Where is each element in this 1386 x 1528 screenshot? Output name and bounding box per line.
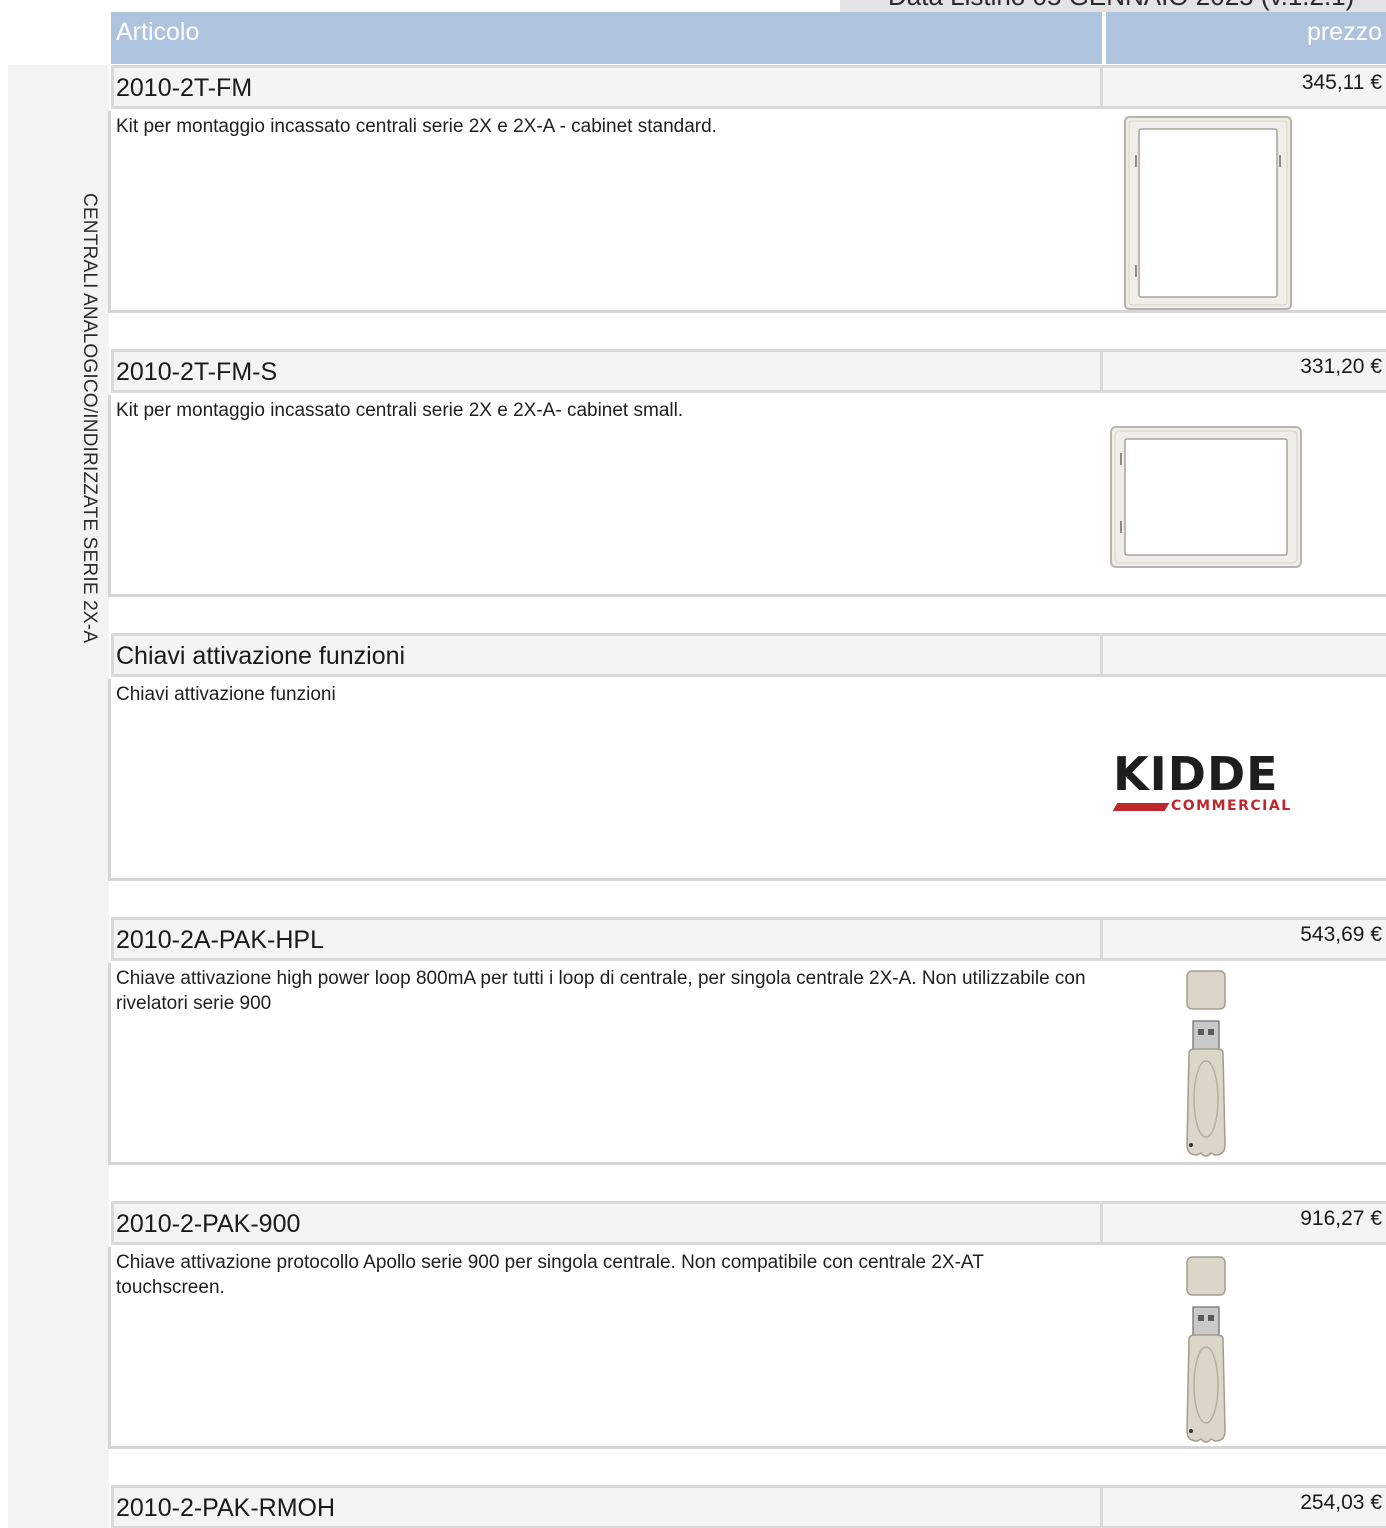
item-code: 2010-2-PAK-RMOH bbox=[116, 1494, 336, 1522]
category-label: CENTRALI ANALOGICO/INDIRIZZATE SERIE 2X-… bbox=[79, 193, 100, 644]
flush-mount-frame-standard-image bbox=[1105, 111, 1386, 310]
category-title-row: Chiavi attivazione funzioni bbox=[111, 633, 1103, 677]
item-code: 2010-2T-FM-S bbox=[116, 358, 278, 386]
category-title: Chiavi attivazione funzioni bbox=[116, 642, 406, 670]
usb-dongle-image bbox=[1105, 963, 1386, 1162]
category-description: Chiavi attivazione funzioni bbox=[116, 684, 336, 705]
item-price-cell: 543,69 € bbox=[1103, 917, 1386, 961]
item-title-row: 2010-2-PAK-RMOH bbox=[111, 1485, 1103, 1528]
kidde-commercial-logo-image: KIDDE COMMERCIAL bbox=[1105, 679, 1386, 878]
column-header-article: Articolo bbox=[111, 12, 1102, 64]
item-description: Kit per montaggio incassato centrali ser… bbox=[116, 116, 717, 137]
item-description: Chiave attivazione protocollo Apollo ser… bbox=[116, 1252, 984, 1298]
item-title-row: 2010-2T-FM-S bbox=[111, 349, 1103, 393]
item-title-row: 2010-2T-FM bbox=[111, 65, 1103, 109]
item-price: 916,27 € bbox=[1300, 1207, 1382, 1230]
kidde-commercial-logo: KIDDE COMMERCIAL bbox=[1112, 747, 1303, 817]
category-price-cell bbox=[1103, 633, 1386, 677]
item-code: 2010-2T-FM bbox=[116, 74, 253, 102]
item-code: 2010-2-PAK-900 bbox=[116, 1210, 301, 1238]
item-description-row: Chiave attivazione high power loop 800mA… bbox=[108, 963, 1386, 1165]
usb-dongle-image bbox=[1105, 1247, 1386, 1446]
column-header-price-label: prezzo bbox=[1306, 18, 1382, 46]
item-title-row: 2010-2-PAK-900 bbox=[111, 1201, 1103, 1245]
column-header-price: prezzo bbox=[1106, 12, 1386, 64]
item-title-row: 2010-2A-PAK-HPL bbox=[111, 917, 1103, 961]
pricelist-date-banner: Data Listino 05 GENNAIO 2025 (v.1.2.1) bbox=[840, 0, 1386, 12]
logo-red-bar bbox=[1112, 803, 1170, 811]
item-description-row: Chiave attivazione protocollo Apollo ser… bbox=[108, 1247, 1386, 1449]
item-price-cell: 254,03 € bbox=[1103, 1485, 1386, 1528]
item-price-cell: 916,27 € bbox=[1103, 1201, 1386, 1245]
column-header-article-label: Articolo bbox=[116, 18, 200, 46]
item-price-cell: 345,11 € bbox=[1103, 65, 1386, 109]
item-price: 331,20 € bbox=[1300, 355, 1382, 378]
category-description-row: Chiavi attivazione funzioni KIDDE COMMER… bbox=[108, 679, 1386, 881]
item-price: 254,03 € bbox=[1300, 1491, 1382, 1514]
category-sidebar: CENTRALI ANALOGICO/INDIRIZZATE SERIE 2X-… bbox=[8, 65, 109, 1528]
logo-word: KIDDE bbox=[1113, 747, 1279, 801]
item-price: 543,69 € bbox=[1300, 923, 1382, 946]
pricelist-date-text: Data Listino 05 GENNAIO 2025 (v.1.2.1) bbox=[888, 0, 1354, 12]
item-code: 2010-2A-PAK-HPL bbox=[116, 926, 324, 954]
flush-mount-frame-small-image bbox=[1105, 395, 1386, 594]
item-description: Kit per montaggio incassato centrali ser… bbox=[116, 400, 684, 421]
item-description-row: Kit per montaggio incassato centrali ser… bbox=[108, 111, 1386, 313]
logo-subtitle: COMMERCIAL bbox=[1171, 798, 1292, 814]
item-price-cell: 331,20 € bbox=[1103, 349, 1386, 393]
item-description-row: Kit per montaggio incassato centrali ser… bbox=[108, 395, 1386, 597]
item-description: Chiave attivazione high power loop 800mA… bbox=[116, 968, 1086, 1014]
item-price: 345,11 € bbox=[1301, 71, 1382, 94]
